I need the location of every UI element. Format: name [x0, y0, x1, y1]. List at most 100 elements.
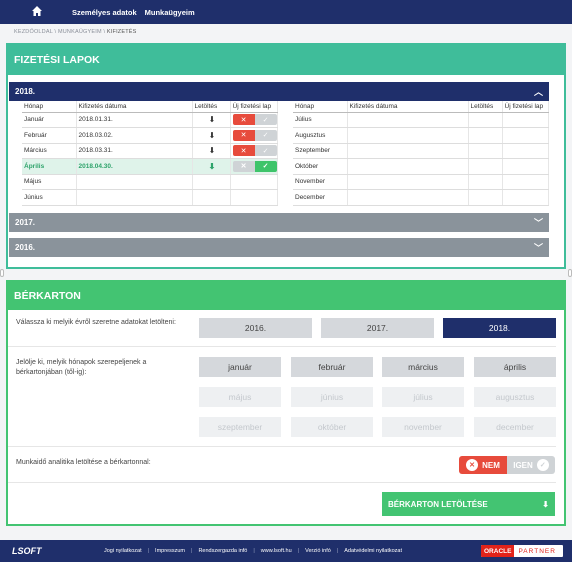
divider [8, 482, 556, 483]
footer-link-website[interactable]: www.lsoft.hu [261, 548, 292, 554]
table-row: Július [293, 112, 549, 128]
nav-my-affairs[interactable]: Munkaügyeim [145, 8, 195, 17]
download-salary-card-button[interactable]: BÉRKARTON LETÖLTÉSE ⬇ [382, 492, 555, 516]
no-label: NEM [482, 460, 500, 470]
table-row: Május [22, 174, 278, 190]
table-row: Augusztus [293, 127, 549, 144]
date-cell: 2018.03.02. [76, 127, 193, 144]
col-new: Új fizetési lap [502, 101, 549, 113]
oracle-label: ORACLE [481, 545, 515, 557]
date-cell [76, 174, 193, 190]
accordion-2017-label: 2017. [15, 218, 36, 227]
new-toggle[interactable]: ✕ ✓ [230, 158, 278, 175]
download-icon[interactable]: ⬇ [192, 112, 231, 128]
table-row: November [293, 174, 549, 190]
month-november-button[interactable]: november [382, 417, 464, 437]
yes-label: IGEN [513, 460, 533, 470]
date-cell: 2018.04.30. [76, 158, 193, 175]
right-scroll-handle[interactable] [568, 269, 572, 277]
month-cell: Április [22, 158, 77, 175]
col-new: Új fizetési lap [230, 101, 278, 113]
payslip-table-left: Hónap Kifizetés dátuma Letöltés Új fizet… [22, 101, 278, 206]
analytics-toggle[interactable]: ✕ NEM IGEN ✓ [459, 456, 555, 474]
table-row: Június [22, 189, 278, 206]
month-april-button[interactable]: április [474, 357, 556, 377]
yes-option[interactable]: IGEN ✓ [507, 456, 555, 474]
divider [8, 446, 556, 447]
month-cell: December [293, 189, 348, 206]
lsoft-logo[interactable]: LSOFT [12, 546, 62, 556]
left-scroll-handle[interactable] [0, 269, 4, 277]
month-august-button[interactable]: augusztus [474, 387, 556, 407]
footer-link-privacy[interactable]: Adatvédelmi nyilatkozat [344, 548, 402, 554]
breadcrumb-affairs[interactable]: MUNKAÜGYEIM [58, 29, 102, 35]
salary-title: BÉRKARTON [8, 282, 564, 310]
chevron-down-icon: ﹀ [533, 243, 543, 253]
month-october-button[interactable]: október [291, 417, 373, 437]
table-row: Január 2018.01.31. ⬇ ✕ ✓ [22, 112, 278, 128]
table-row: Szeptember [293, 143, 549, 159]
payslips-title: FIZETÉSI LAPOK [8, 45, 564, 75]
month-september-button[interactable]: szeptember [199, 417, 281, 437]
new-toggle[interactable]: ✕ ✓ [230, 143, 278, 159]
top-navbar: Személyes adatok Munkaügyeim [0, 0, 572, 24]
breadcrumb-home[interactable]: KEZDŐOLDAL [14, 29, 53, 35]
year-2018-button[interactable]: 2018. [443, 318, 556, 338]
month-january-button[interactable]: január [199, 357, 281, 377]
col-download: Letöltés [192, 101, 231, 113]
month-december-button[interactable]: december [474, 417, 556, 437]
oracle-partner-badge: ORACLE PARTNER [481, 545, 563, 557]
footer-link-version[interactable]: Verzió infó [305, 548, 331, 554]
year-2017-button[interactable]: 2017. [321, 318, 434, 338]
footer-link-imprint[interactable]: Impresszum [155, 548, 185, 554]
new-toggle[interactable]: ✕ ✓ [230, 127, 278, 144]
month-cell: Szeptember [293, 143, 348, 159]
new-toggle[interactable]: ✕ ✓ [230, 112, 278, 128]
download-icon[interactable]: ⬇ [192, 127, 231, 144]
month-cell: November [293, 174, 348, 190]
year-2016-button[interactable]: 2016. [199, 318, 312, 338]
month-may-button[interactable]: május [199, 387, 281, 407]
accordion-2016-label: 2016. [15, 243, 36, 252]
download-icon: ⬇ [542, 499, 549, 509]
month-cell: Július [293, 112, 348, 128]
nav-personal-data[interactable]: Személyes adatok [72, 8, 137, 17]
month-june-button[interactable]: június [291, 387, 373, 407]
check-icon: ✓ [536, 459, 549, 471]
month-february-button[interactable]: február [291, 357, 373, 377]
footer-link-legal[interactable]: Jogi nyilatkozat [104, 548, 142, 554]
month-july-button[interactable]: július [382, 387, 464, 407]
no-option[interactable]: ✕ NEM [459, 456, 507, 474]
breadcrumb-current: KIFIZETÉS [106, 29, 137, 35]
date-cell: 2018.03.31. [76, 143, 193, 159]
table-row: Október [293, 158, 549, 175]
download-icon[interactable]: ⬇ [192, 143, 231, 159]
month-cell: Június [22, 189, 77, 206]
month-cell: Október [293, 158, 348, 175]
date-cell: 2018.01.31. [76, 112, 193, 128]
month-cell: Január [22, 112, 77, 128]
month-question: Jelölje ki, melyik hónapok szerepeljenek… [16, 359, 147, 376]
month-cell: Február [22, 127, 77, 144]
col-month: Hónap [293, 101, 348, 113]
accordion-2018-label: 2018. [15, 87, 36, 96]
accordion-2016[interactable]: 2016. ﹀ [9, 238, 549, 257]
footer-link-admin[interactable]: Rendszergazda infó [198, 548, 247, 554]
download-icon[interactable]: ⬇ [192, 158, 231, 175]
col-month: Hónap [22, 101, 77, 113]
payslip-table-right: Hónap Kifizetés dátuma Letöltés Új fizet… [293, 101, 549, 206]
home-icon[interactable] [24, 5, 50, 20]
table-row: Február 2018.03.02. ⬇ ✕ ✓ [22, 127, 278, 144]
breadcrumb: KEZDŐOLDAL \ MUNKAÜGYEIM \ KIFIZETÉS [14, 29, 137, 35]
chevron-up-icon: ︿ [533, 87, 543, 97]
col-date: Kifizetés dátuma [347, 101, 469, 113]
accordion-2017[interactable]: 2017. ﹀ [9, 213, 549, 232]
close-icon: ✕ [466, 459, 479, 471]
divider [8, 346, 556, 347]
month-cell: Augusztus [293, 127, 348, 144]
col-download: Letöltés [468, 101, 503, 113]
month-march-button[interactable]: március [382, 357, 464, 377]
year-question: Válassza ki melyik évről szeretne adatok… [16, 319, 176, 326]
accordion-2018[interactable]: 2018. ︿ [9, 82, 549, 101]
month-cell: Március [22, 143, 77, 159]
